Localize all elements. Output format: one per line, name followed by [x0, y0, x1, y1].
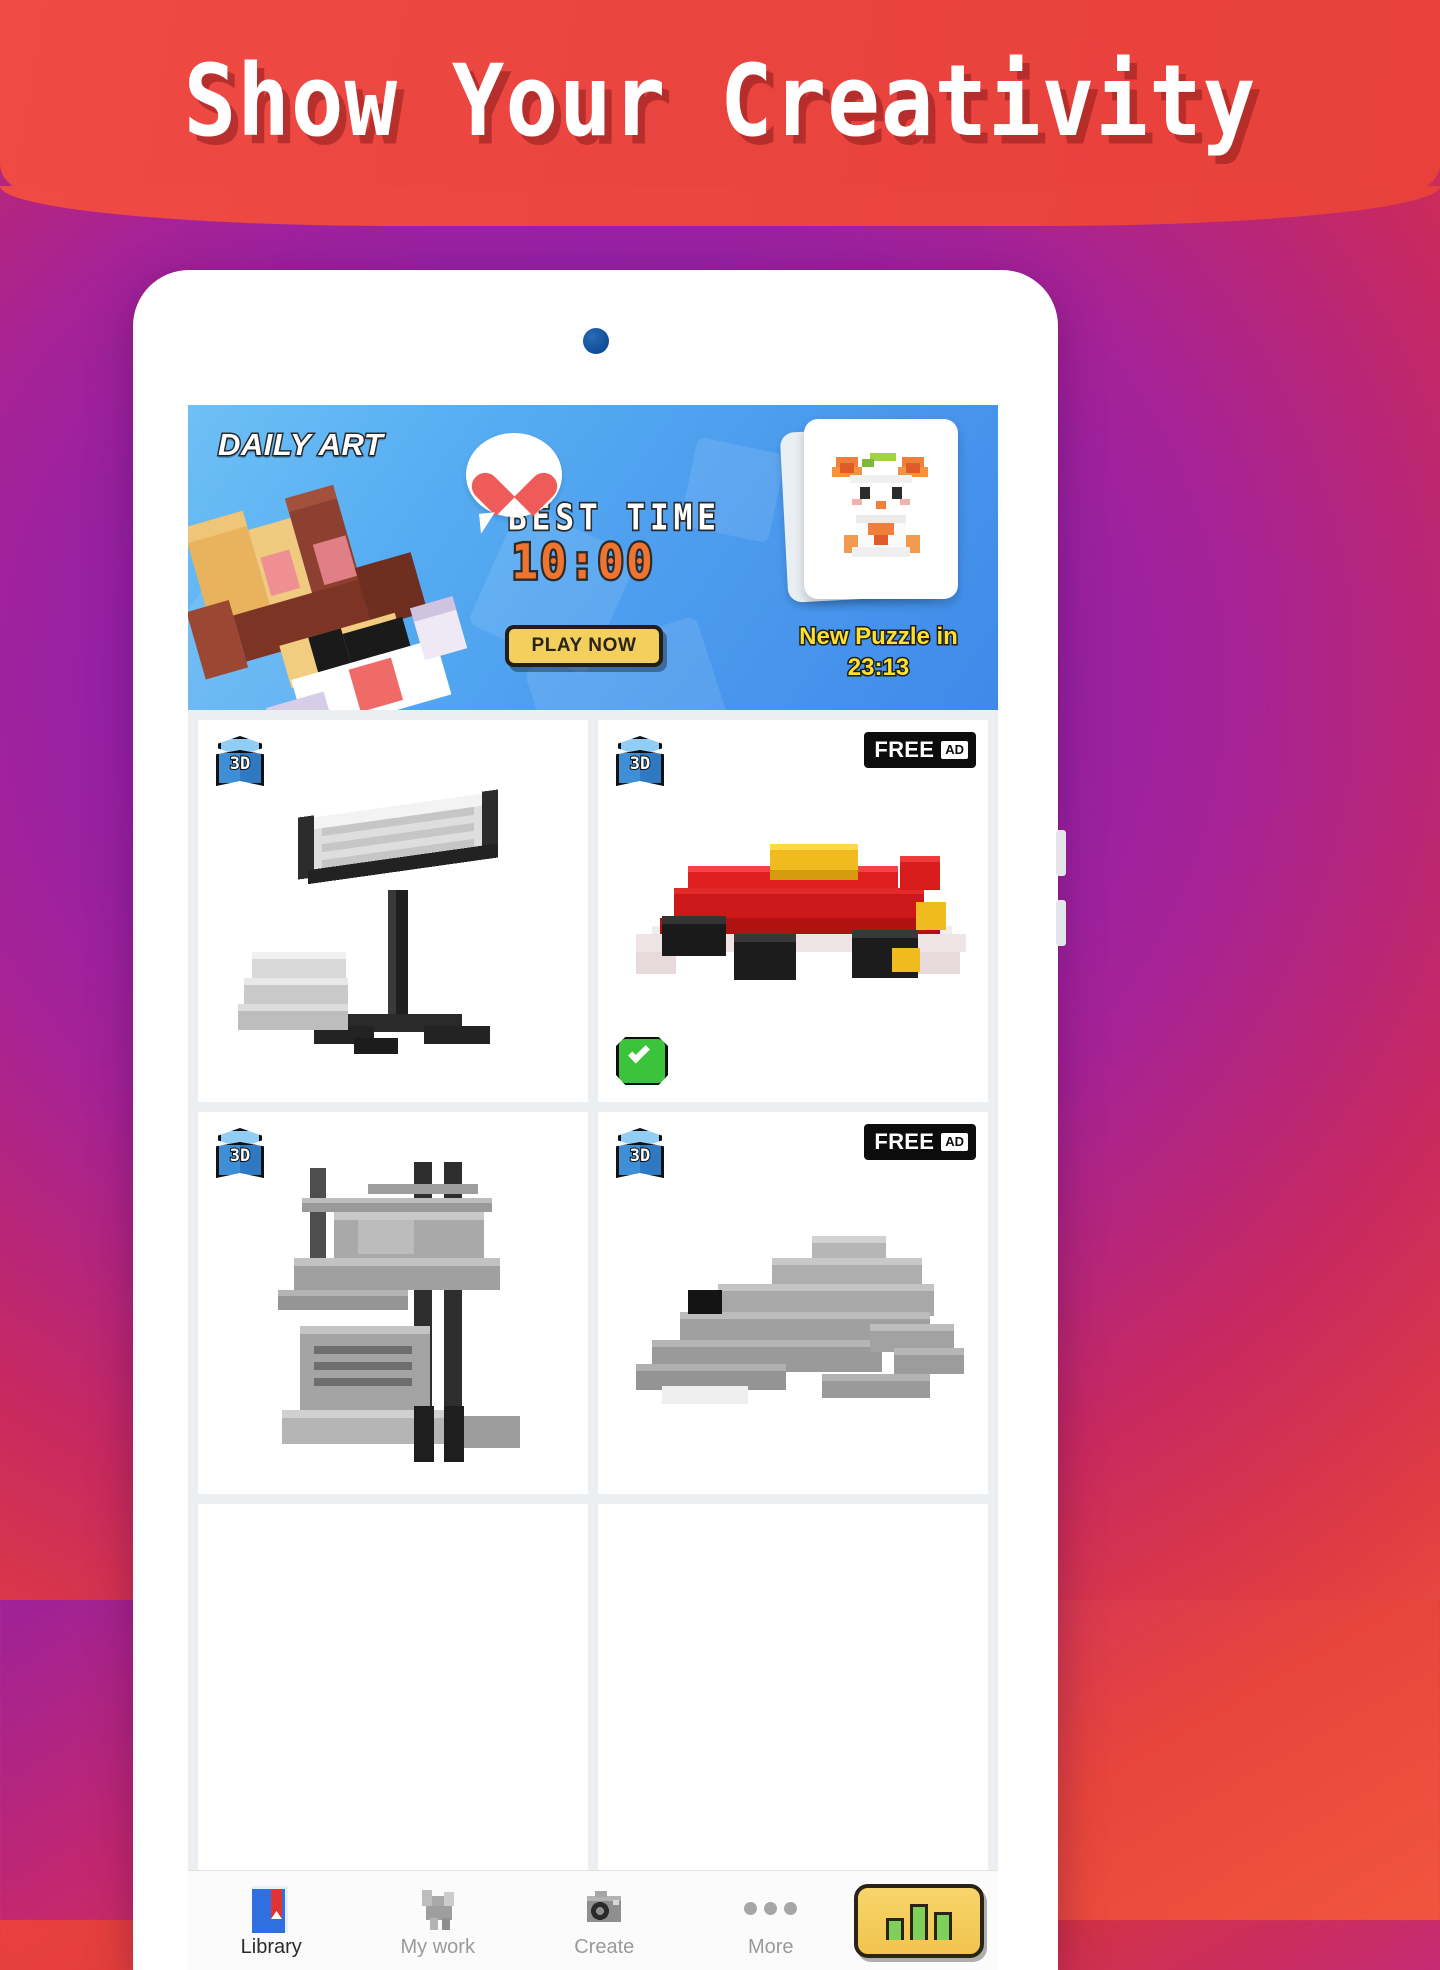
voxel-forklift-art: [278, 1162, 520, 1462]
app-screen: DAILY ART BEST TIME 10:00 PLAY NOW New P…: [188, 405, 998, 1970]
free-ad-badge[interactable]: FREE AD: [864, 732, 976, 768]
badge-3d-icon: 3D: [212, 1126, 268, 1182]
badge-3d-icon: 3D: [612, 1126, 668, 1182]
completed-check-badge: [616, 1036, 668, 1086]
nav-item-create[interactable]: Create: [521, 1882, 688, 1959]
book-icon: [188, 1882, 355, 1934]
device-camera-icon: [582, 328, 609, 354]
daily-art-banner[interactable]: DAILY ART BEST TIME 10:00 PLAY NOW New P…: [188, 405, 998, 710]
bar-chart-icon: [910, 1903, 928, 1940]
voxel-whale-art: [636, 1236, 964, 1404]
bottom-navigation: Library My work Create More: [188, 1870, 998, 1970]
voxel-music-stand-art: [238, 789, 498, 1054]
voxel-race-car-art: [636, 844, 966, 980]
free-label: FREE: [874, 737, 935, 762]
artwork-tile-6[interactable]: [598, 1504, 988, 1886]
artwork-tile-music-stand[interactable]: 3D: [198, 720, 588, 1102]
new-puzzle-label: New Puzzle in: [798, 622, 960, 652]
nav-label-more: More: [747, 1936, 794, 1958]
badge-3d-icon: 3D: [612, 734, 668, 790]
play-now-button[interactable]: PLAY NOW: [505, 625, 663, 667]
voxel-cat-icon: [832, 453, 928, 557]
device-volume-down-button[interactable]: [1056, 900, 1066, 946]
new-puzzle-timer: 23:13: [846, 653, 910, 683]
bar-chart-button[interactable]: [854, 1883, 984, 1958]
artwork-grid: 3D 3D FREE AD 3D 3D FREE AD: [188, 710, 998, 1886]
best-time-value: 10:00: [509, 533, 655, 593]
bar-chart-icon: [886, 1917, 904, 1940]
voxel-character-illustration: [188, 475, 518, 710]
device-volume-up-button[interactable]: [1056, 830, 1066, 876]
artwork-tile-race-car[interactable]: 3D FREE AD: [598, 720, 988, 1102]
bar-chart-icon: [934, 1911, 952, 1940]
artwork-tile-whale[interactable]: 3D FREE AD: [598, 1112, 988, 1494]
dots-icon: [688, 1882, 855, 1934]
free-label: FREE: [874, 1129, 935, 1154]
camera-icon: [521, 1882, 688, 1934]
heart-icon: [488, 455, 540, 501]
ad-label: AD: [941, 741, 968, 759]
daily-art-label: DAILY ART: [216, 426, 384, 464]
tablet-device: DAILY ART BEST TIME 10:00 PLAY NOW New P…: [133, 270, 1066, 1970]
puzzle-card-front: [804, 419, 958, 599]
nav-item-more[interactable]: More: [688, 1882, 855, 1959]
page-title: Show Your Creativity: [183, 43, 1257, 159]
ad-label: AD: [941, 1133, 968, 1151]
puzzle-card-stack[interactable]: [779, 419, 964, 609]
free-ad-badge[interactable]: FREE AD: [864, 1124, 976, 1160]
nav-item-my-work[interactable]: My work: [355, 1882, 522, 1959]
nav-label-my-work: My work: [400, 1936, 475, 1958]
voxel-icon: [355, 1882, 522, 1934]
new-puzzle-countdown: New Puzzle in 23:13: [781, 621, 976, 683]
nav-item-library[interactable]: Library: [188, 1882, 355, 1959]
badge-3d-icon: 3D: [212, 734, 268, 790]
artwork-tile-5[interactable]: [198, 1504, 588, 1886]
heart-speech-bubble: [466, 433, 562, 517]
artwork-tile-forklift[interactable]: 3D: [198, 1112, 588, 1494]
nav-label-create: Create: [574, 1936, 635, 1958]
nav-label-library: Library: [240, 1936, 302, 1958]
